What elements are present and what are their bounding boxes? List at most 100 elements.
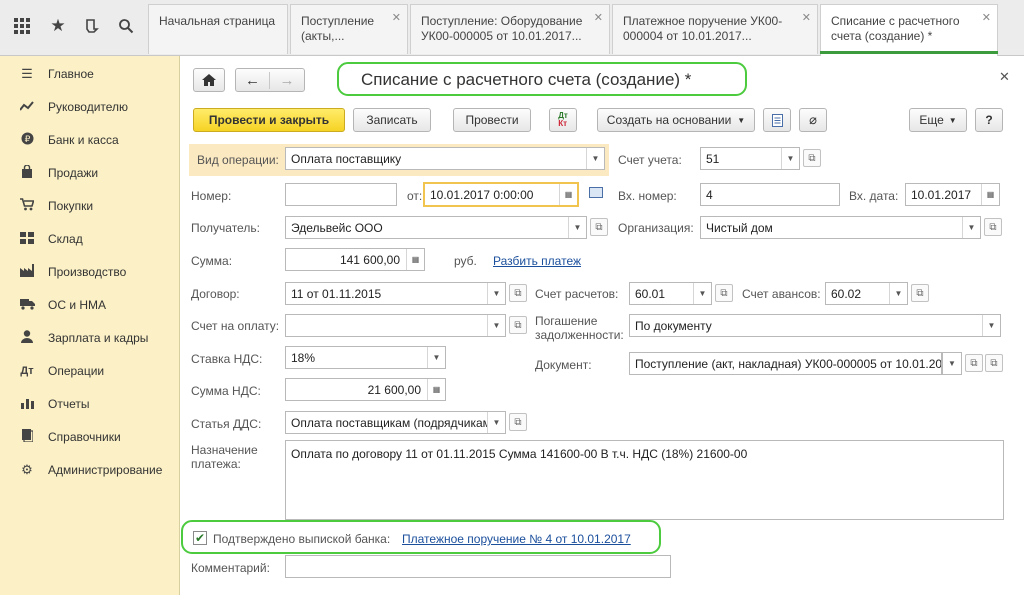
save-button[interactable]: Записать <box>353 108 431 132</box>
tab-payment-order[interactable]: Платежное поручение УК00-000004 от 10.01… <box>612 4 818 54</box>
tab-write-off[interactable]: Списание с расчетного счета (создание) *… <box>820 4 998 57</box>
sidebar-item-sales[interactable]: Продажи <box>0 159 180 187</box>
org-label: Организация: <box>618 221 694 235</box>
invoice-select[interactable]: ▼ <box>285 314 506 337</box>
recipient-label: Получатель: <box>191 221 260 235</box>
account-select[interactable]: 51 ▼ <box>700 147 800 170</box>
confirmed-checkbox[interactable]: ✔ <box>193 531 207 545</box>
chevron-down-icon[interactable]: ▼ <box>487 412 505 433</box>
svg-text:₽: ₽ <box>24 135 30 145</box>
dds-select[interactable]: Оплата поставщикам (подрядчикам) ▼ <box>285 411 506 434</box>
chevron-down-icon[interactable]: ▼ <box>586 148 604 169</box>
chevron-down-icon[interactable]: ▼ <box>487 315 505 336</box>
print-button[interactable] <box>763 108 791 132</box>
open-link-icon[interactable]: ⧉ <box>590 218 608 236</box>
date-input[interactable]: 10.01.2017 0:00:00 ▦ <box>423 182 579 207</box>
settle-account-select[interactable]: 60.01 ▼ <box>629 282 712 305</box>
sidebar-item-operations[interactable]: Дт Операции <box>0 357 180 385</box>
chevron-down-icon[interactable]: ▼ <box>427 347 445 368</box>
create-based-on-button[interactable]: Создать на основании ▼ <box>597 108 755 132</box>
calculator-icon[interactable]: ▦ <box>427 379 445 400</box>
open-link-icon[interactable]: ⧉ <box>509 316 527 334</box>
book-icon <box>18 429 36 445</box>
back-arrow-icon[interactable]: ← <box>236 71 270 89</box>
org-value: Чистый дом <box>706 221 773 235</box>
contract-select[interactable]: 11 от 01.11.2015 ▼ <box>285 282 506 305</box>
dt-kt-button[interactable]: Дт Кт <box>549 108 577 132</box>
calendar-icon[interactable]: ▦ <box>981 184 999 205</box>
tab-receipt-acts[interactable]: Поступление (акты,... ✕ <box>290 4 408 54</box>
document-icon <box>771 113 783 127</box>
open-link-icon[interactable]: ⧉ <box>803 149 821 167</box>
close-icon[interactable]: ✕ <box>999 69 1010 85</box>
sidebar-item-bank[interactable]: ₽ Банк и касса <box>0 126 180 154</box>
calculator-icon[interactable]: ▦ <box>406 249 424 270</box>
post-button[interactable]: Провести <box>453 108 531 132</box>
open-link-icon[interactable]: ⧉ <box>985 354 1003 372</box>
sidebar-item-purchases[interactable]: Покупки <box>0 192 180 220</box>
purpose-textarea[interactable]: Оплата по договору 11 от 01.11.2015 Сумм… <box>285 440 1004 520</box>
close-icon[interactable]: ✕ <box>802 11 811 26</box>
open-link-icon[interactable]: ⧉ <box>509 284 527 302</box>
open-link-icon[interactable]: ⧉ <box>911 284 929 302</box>
open-link-icon[interactable]: ⧉ <box>509 413 527 431</box>
top-bar: ★ Начальная страница Поступление (акты,.… <box>0 0 1024 57</box>
sidebar-item-production[interactable]: Производство <box>0 258 180 286</box>
tab-home[interactable]: Начальная страница <box>148 4 288 54</box>
chevron-down-icon[interactable]: ▼ <box>693 283 711 304</box>
number-input[interactable] <box>285 183 397 206</box>
sidebar-item-fixed-assets[interactable]: ОС и НМА <box>0 291 180 319</box>
open-link-icon[interactable]: ⧉ <box>965 354 983 372</box>
chevron-down-icon[interactable]: ▼ <box>982 315 1000 336</box>
open-link-icon[interactable]: ⧉ <box>984 218 1002 236</box>
vat-sum-input[interactable]: 21 600,00 ▦ <box>285 378 446 401</box>
advance-account-select[interactable]: 60.02 ▼ <box>825 282 908 305</box>
more-label: Еще <box>919 113 944 127</box>
recipient-select[interactable]: Эдельвейс ООО ▼ <box>285 216 587 239</box>
chevron-down-icon[interactable]: ▼ <box>962 217 980 238</box>
document-select[interactable]: Поступление (акт, накладная) УК00-000005… <box>629 352 942 375</box>
vat-rate-select[interactable]: 18% ▼ <box>285 346 446 369</box>
chevron-down-icon[interactable]: ▼ <box>487 283 505 304</box>
sidebar-item-reports[interactable]: Отчеты <box>0 390 180 418</box>
calendar-icon[interactable]: ▦ <box>559 184 577 205</box>
close-icon[interactable]: ✕ <box>392 11 401 26</box>
forward-arrow-icon[interactable]: → <box>270 72 304 89</box>
sidebar-item-admin[interactable]: ⚙ Администрирование <box>0 456 180 484</box>
home-button[interactable] <box>193 68 225 92</box>
tab-label: Платежное поручение УК00-000004 от 10.01… <box>623 14 783 43</box>
close-icon[interactable]: ✕ <box>594 11 603 26</box>
document-dropdown[interactable]: ▼ <box>942 352 962 375</box>
attach-button[interactable]: ⌀ <box>799 108 827 132</box>
tab-label: Поступление (акты,... <box>301 14 375 43</box>
chevron-down-icon[interactable]: ▼ <box>781 148 799 169</box>
sum-input[interactable]: 141 600,00 ▦ <box>285 248 425 271</box>
operation-select[interactable]: Оплата поставщику ▼ <box>285 147 605 170</box>
search-icon[interactable] <box>114 14 138 38</box>
open-link-icon[interactable]: ⧉ <box>715 284 733 302</box>
more-button[interactable]: Еще ▼ <box>909 108 967 132</box>
help-button[interactable]: ? <box>975 108 1003 132</box>
in-number-input[interactable]: 4 <box>700 183 840 206</box>
chevron-down-icon[interactable]: ▼ <box>568 217 586 238</box>
note-icon[interactable] <box>589 187 603 198</box>
sidebar-item-catalogs[interactable]: Справочники <box>0 423 180 451</box>
in-date-input[interactable]: 10.01.2017 ▦ <box>905 183 1000 206</box>
close-icon[interactable]: ✕ <box>982 11 991 26</box>
sidebar-item-main[interactable]: ☰ Главное <box>0 60 180 88</box>
split-payment-link[interactable]: Разбить платеж <box>493 254 581 268</box>
comment-input[interactable] <box>285 555 671 578</box>
chevron-down-icon[interactable]: ▼ <box>889 283 907 304</box>
history-icon[interactable] <box>80 14 104 38</box>
repayment-select[interactable]: По документу ▼ <box>629 314 1001 337</box>
payment-order-link[interactable]: Платежное поручение № 4 от 10.01.2017 <box>402 532 631 546</box>
sidebar-item-warehouse[interactable]: Склад <box>0 225 180 253</box>
apps-grid-icon[interactable] <box>10 14 34 38</box>
sidebar-item-label: Справочники <box>48 430 121 444</box>
sidebar-item-salary[interactable]: Зарплата и кадры <box>0 324 180 352</box>
sidebar-item-manager[interactable]: Руководителю <box>0 93 180 121</box>
post-and-close-button[interactable]: Провести и закрыть <box>193 108 345 132</box>
org-select[interactable]: Чистый дом ▼ <box>700 216 981 239</box>
tab-receipt-equipment[interactable]: Поступление: Оборудование УК00-000005 от… <box>410 4 610 54</box>
star-icon[interactable]: ★ <box>46 14 70 38</box>
